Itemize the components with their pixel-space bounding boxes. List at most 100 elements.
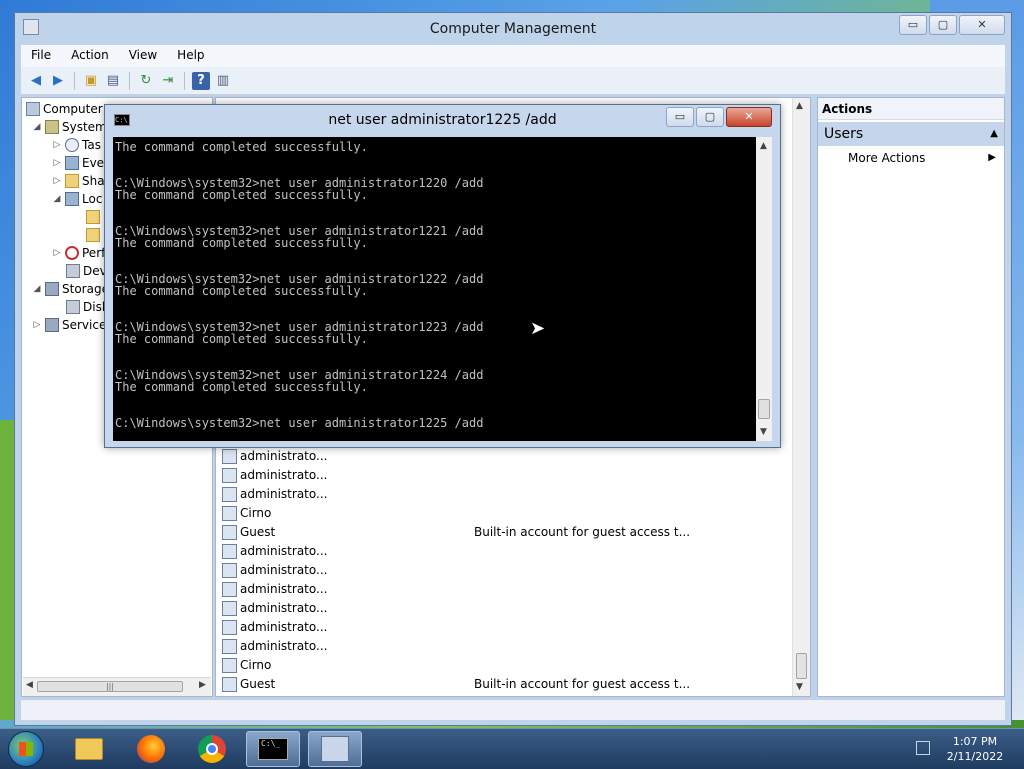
menu-view[interactable]: View <box>119 45 167 67</box>
taskbar-computer-management[interactable] <box>308 731 362 767</box>
tree-item-system-tools[interactable]: ◢ System <box>32 118 107 136</box>
scroll-down-icon[interactable]: ▼ <box>796 682 803 692</box>
scroll-down-icon[interactable]: ▼ <box>760 427 767 437</box>
network-icon[interactable] <box>916 741 930 755</box>
window-title: Computer Management <box>429 21 597 37</box>
user-icon <box>222 620 237 635</box>
scroll-up-icon[interactable]: ▲ <box>796 101 803 111</box>
refresh-icon[interactable]: ↻ <box>137 72 155 90</box>
menu-action[interactable]: Action <box>61 45 119 67</box>
back-arrow-icon[interactable]: ◀ <box>27 72 45 90</box>
scrollbar-thumb[interactable] <box>796 653 807 679</box>
list-item[interactable]: Guest Built-in account for guest access t… <box>222 675 782 694</box>
console-vertical-scrollbar[interactable]: ▲ ▼ <box>756 137 772 441</box>
taskbar-explorer[interactable] <box>62 731 116 767</box>
tree-item-services-and-applications[interactable]: ▷ Service <box>32 316 106 334</box>
collapse-icon[interactable]: ◢ <box>32 118 42 136</box>
title-bar[interactable]: Computer Management ▭ ▢ ✕ <box>15 13 1011 45</box>
tree-item-storage[interactable]: ◢ Storage <box>32 280 109 298</box>
tree-item-local-users-and-groups[interactable]: ◢ Loc <box>52 190 102 208</box>
cmd-close-button[interactable]: ✕ <box>726 107 772 127</box>
tree-item-task-scheduler[interactable]: ▷ Tas <box>52 136 101 154</box>
cmd-maximize-button[interactable]: ▢ <box>696 107 724 127</box>
user-icon <box>222 487 237 502</box>
chrome-icon <box>198 735 226 763</box>
list-item[interactable]: administrato... <box>222 561 782 580</box>
folder-icon <box>86 228 100 242</box>
show-hide-action-pane-icon[interactable]: ▥ <box>214 72 232 90</box>
expand-icon[interactable]: ▷ <box>52 154 62 172</box>
list-item[interactable]: administrato... <box>222 485 782 504</box>
up-folder-icon[interactable]: ▣ <box>82 72 100 90</box>
taskbar-firefox[interactable] <box>124 731 178 767</box>
minimize-button[interactable]: ▭ <box>899 15 927 35</box>
toolbar-separator <box>129 71 130 90</box>
list-item[interactable]: administrato... <box>222 447 782 466</box>
menu-file[interactable]: File <box>21 45 61 67</box>
user-icon <box>222 506 237 521</box>
start-button[interactable] <box>8 731 44 767</box>
collapse-icon[interactable]: ◢ <box>52 190 62 208</box>
console-output[interactable]: The command completed successfully. C:\Wi… <box>113 137 764 441</box>
toolbar: ◀ ▶ ▣ ▤ ↻ ⇥ ? ▥ <box>21 67 1005 95</box>
system-clock[interactable]: 1:07 PM 2/11/2022 <box>940 734 1010 764</box>
list-item[interactable]: Cirno <box>222 656 782 675</box>
disabled-user-icon <box>222 525 237 540</box>
windows-logo-icon <box>19 742 33 756</box>
help-icon[interactable]: ? <box>192 71 210 90</box>
list-item[interactable]: administrato... <box>222 580 782 599</box>
list-item[interactable]: administrato... <box>222 466 782 485</box>
scroll-left-icon[interactable]: ◀ <box>26 680 33 690</box>
show-hide-console-tree-icon[interactable]: ▤ <box>104 72 122 90</box>
collapse-icon[interactable]: ◢ <box>32 280 42 298</box>
list-item[interactable]: administrato... <box>222 637 782 656</box>
scrollbar-thumb[interactable] <box>758 399 770 419</box>
actions-pane: Actions Users ▲ More Actions ▶ <box>817 97 1005 697</box>
folder-icon <box>75 738 103 760</box>
expand-icon[interactable]: ▷ <box>52 172 62 190</box>
export-list-icon[interactable]: ⇥ <box>159 72 177 90</box>
list-vertical-scrollbar[interactable]: ▲ ▼ <box>792 98 810 696</box>
device-manager-icon <box>66 264 80 278</box>
cmd-minimize-button[interactable]: ▭ <box>666 107 694 127</box>
list-item[interactable]: Guest Built-in account for guest access t… <box>222 523 782 542</box>
list-item[interactable]: administrato... <box>222 599 782 618</box>
expand-icon[interactable]: ▷ <box>52 136 62 154</box>
tree-horizontal-scrollbar[interactable]: ◀ ||| ▶ <box>23 677 211 696</box>
tree-item-shared-folders[interactable]: ▷ Sha <box>52 172 105 190</box>
list-item[interactable]: Cirno <box>222 504 782 523</box>
user-icon <box>222 449 237 464</box>
storage-icon <box>45 282 59 296</box>
tree-item-disk-management[interactable]: Disk <box>66 298 109 316</box>
computer-icon <box>26 102 40 116</box>
cmd-title-bar[interactable]: C:\ net user administrator1225 /add ▭ ▢ … <box>105 105 780 135</box>
list-item[interactable]: administrato... <box>222 618 782 637</box>
user-icon <box>222 582 237 597</box>
tree-item-event-viewer[interactable]: ▷ Eve <box>52 154 104 172</box>
tree-item-groups-folder[interactable] <box>86 226 103 244</box>
expand-icon[interactable]: ▷ <box>32 316 42 334</box>
console-line: The command completed successfully. <box>115 188 368 202</box>
clock-time: 1:07 PM <box>952 735 998 748</box>
maximize-button[interactable]: ▢ <box>929 15 957 35</box>
users-group-icon <box>65 192 79 206</box>
tree-item-performance[interactable]: ▷ Perf <box>52 244 105 262</box>
taskbar-command-prompt[interactable]: C:\_ <box>246 731 300 767</box>
actions-section-users[interactable]: Users ▲ <box>818 122 1004 146</box>
collapse-up-icon[interactable]: ▲ <box>990 122 998 146</box>
menu-help[interactable]: Help <box>167 45 214 67</box>
scrollbar-thumb[interactable]: ||| <box>37 681 183 692</box>
scroll-up-icon[interactable]: ▲ <box>760 141 767 151</box>
scroll-right-icon[interactable]: ▶ <box>199 680 206 690</box>
taskbar-chrome[interactable] <box>185 731 239 767</box>
more-actions-item[interactable]: More Actions ▶ <box>818 148 1004 168</box>
performance-icon <box>65 246 79 260</box>
cmd-icon: C:\_ <box>258 738 288 760</box>
expand-icon[interactable]: ▷ <box>52 244 62 262</box>
toolbar-separator <box>184 71 185 90</box>
forward-arrow-icon[interactable]: ▶ <box>49 72 67 90</box>
list-item[interactable]: administrato... <box>222 542 782 561</box>
close-button[interactable]: ✕ <box>959 15 1005 35</box>
tree-item-device-manager[interactable]: Dev <box>66 262 107 280</box>
tree-item-users-folder[interactable] <box>86 208 103 226</box>
